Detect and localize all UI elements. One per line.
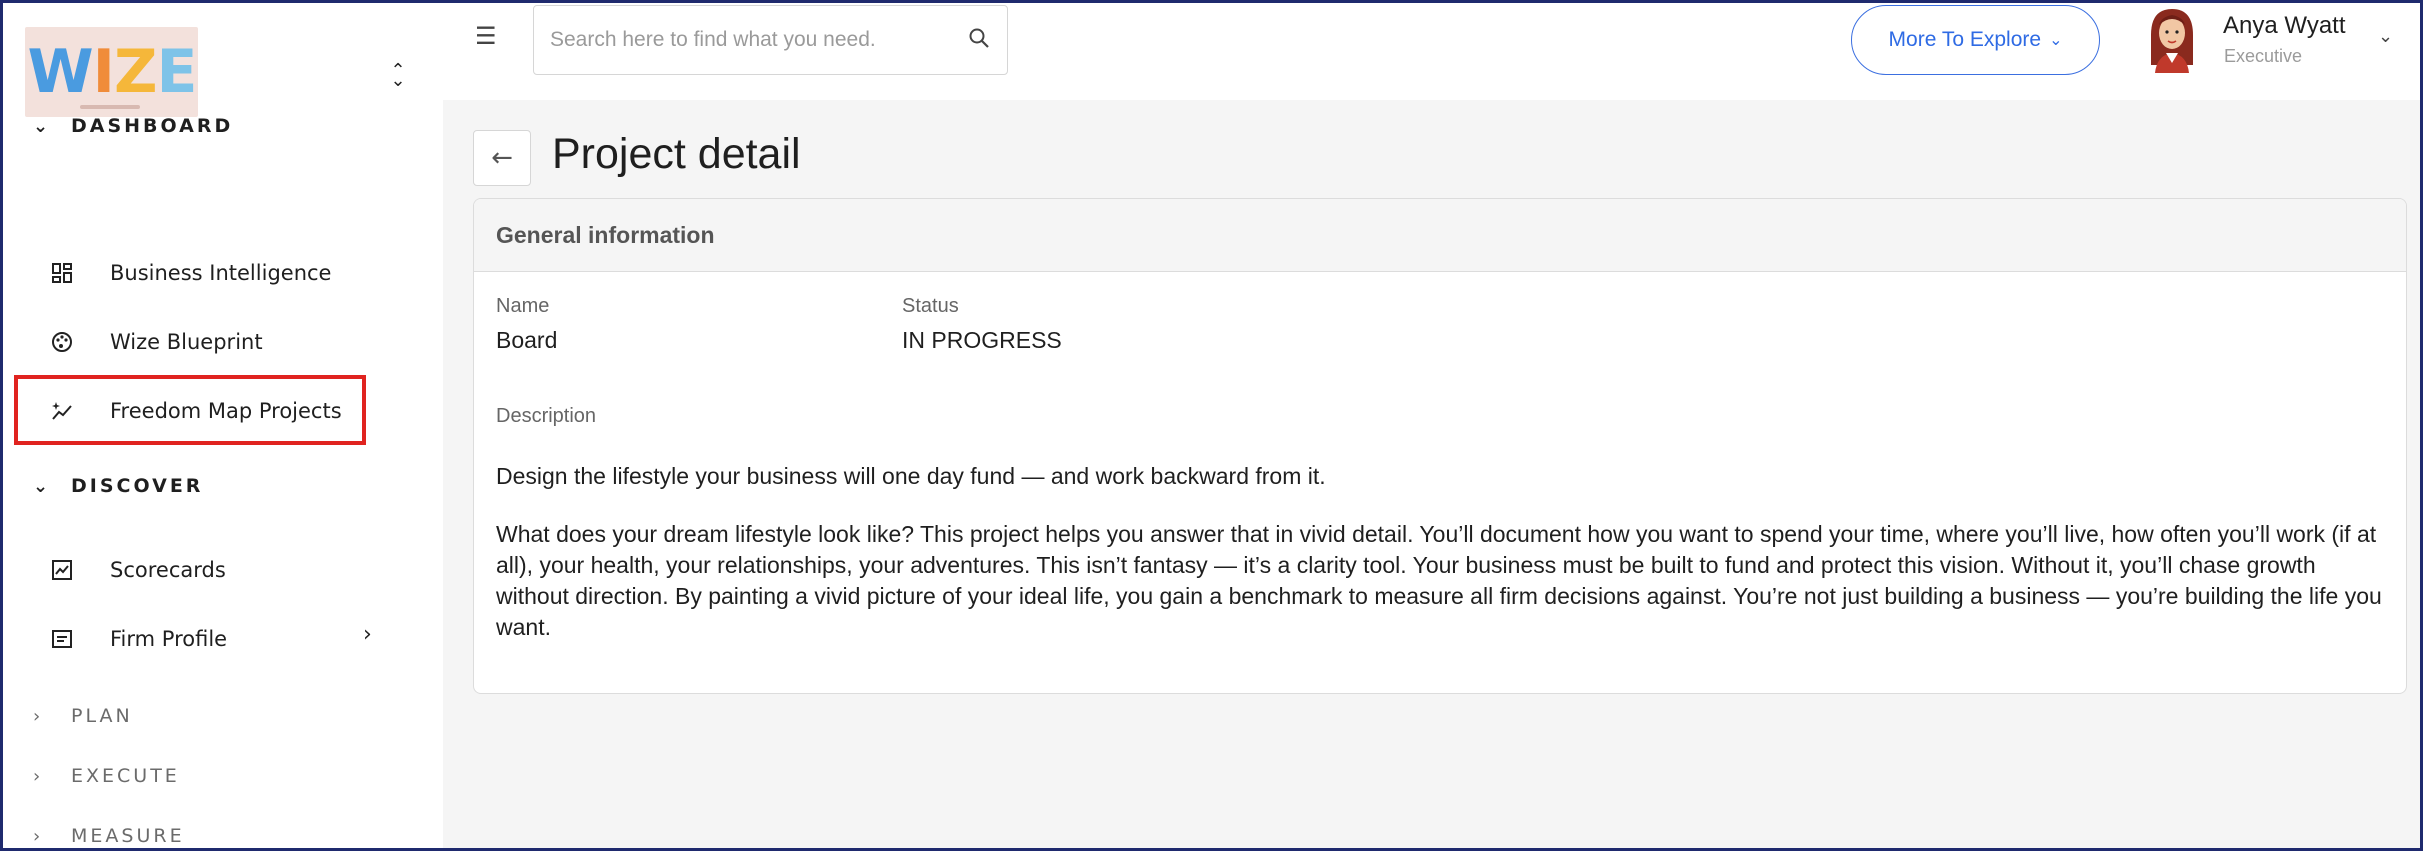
page-title: Project detail — [552, 130, 801, 178]
chevron-down-icon: ⌄ — [33, 475, 49, 497]
description-paragraph: What does your dream lifestyle look like… — [496, 521, 2382, 640]
description-paragraph: Design the lifestyle your business will … — [496, 463, 1326, 489]
palette-icon — [48, 328, 76, 356]
chevron-right-icon[interactable]: › — [363, 622, 372, 647]
menu-toggle-icon[interactable]: ☰ — [475, 22, 497, 50]
status-label: Status — [902, 295, 959, 317]
chevron-right-icon: › — [33, 705, 41, 727]
name-value: Board — [496, 327, 558, 353]
section-discover[interactable]: ⌄ DISCOVER — [33, 475, 203, 497]
collapse-sidebar-icon[interactable]: ⌃ ⌄ — [383, 61, 413, 91]
sparkle-chart-icon — [48, 397, 76, 425]
search-box[interactable] — [533, 5, 1008, 75]
profile-card-icon — [48, 625, 76, 653]
sidebar-item-label: Firm Profile — [110, 627, 228, 651]
sidebar-item-wize-blueprint[interactable]: Wize Blueprint — [48, 328, 263, 356]
sidebar-item-label: Freedom Map Projects — [110, 399, 342, 423]
sidebar-item-scorecards[interactable]: Scorecards — [48, 556, 226, 584]
section-label: MEASURE — [71, 825, 185, 847]
section-label: DISCOVER — [71, 475, 204, 497]
description-text: Design the lifestyle your business will … — [496, 461, 2386, 643]
chevron-down-icon: ⌄ — [2049, 32, 2063, 49]
wize-logo[interactable]: WIZE — [25, 27, 198, 117]
section-measure[interactable]: › MEASURE — [33, 825, 185, 847]
chart-box-icon — [48, 556, 76, 584]
sidebar-item-firm-profile[interactable]: Firm Profile — [48, 625, 227, 653]
sidebar-item-label: Business Intelligence — [110, 261, 332, 285]
section-label: DASHBOARD — [71, 115, 234, 137]
arrow-left-icon: ← — [491, 143, 513, 173]
avatar[interactable] — [2143, 5, 2201, 73]
chevron-down-icon[interactable]: ⌄ — [2378, 26, 2393, 47]
explore-label: More To Explore — [1888, 28, 2042, 51]
status-value: IN PROGRESS — [902, 327, 1062, 353]
section-label: EXECUTE — [71, 765, 180, 787]
section-dashboard[interactable]: ⌄ DASHBOARD — [33, 115, 233, 137]
sidebar-item-business-intelligence[interactable]: Business Intelligence — [48, 259, 331, 287]
dashboard-grid-icon — [48, 259, 76, 287]
search-input[interactable] — [550, 28, 967, 52]
general-information-card: General information Name Board Status IN… — [473, 198, 2407, 694]
more-to-explore-button[interactable]: More To Explore ⌄ — [1851, 5, 2100, 75]
sidebar: WIZE ⌃ ⌄ ⌄ DASHBOARD Business Intelligenc… — [3, 3, 443, 848]
sidebar-item-label: Scorecards — [110, 558, 226, 582]
user-role: Executive — [2224, 46, 2303, 66]
chevron-down-icon: ⌄ — [33, 115, 49, 137]
section-execute[interactable]: › EXECUTE — [33, 765, 180, 787]
user-name[interactable]: Anya Wyatt — [2223, 12, 2346, 40]
back-button[interactable]: ← — [473, 130, 531, 186]
section-plan[interactable]: › PLAN — [33, 705, 133, 727]
name-label: Name — [496, 295, 550, 317]
description-label: Description — [496, 405, 597, 427]
sidebar-item-freedom-map-projects[interactable]: Freedom Map Projects — [48, 397, 342, 425]
chevron-right-icon: › — [33, 765, 41, 787]
section-label: PLAN — [71, 705, 133, 727]
card-title: General information — [474, 199, 2406, 272]
chevron-right-icon: › — [33, 825, 41, 847]
sidebar-item-label: Wize Blueprint — [110, 330, 263, 354]
search-icon[interactable] — [967, 26, 991, 54]
